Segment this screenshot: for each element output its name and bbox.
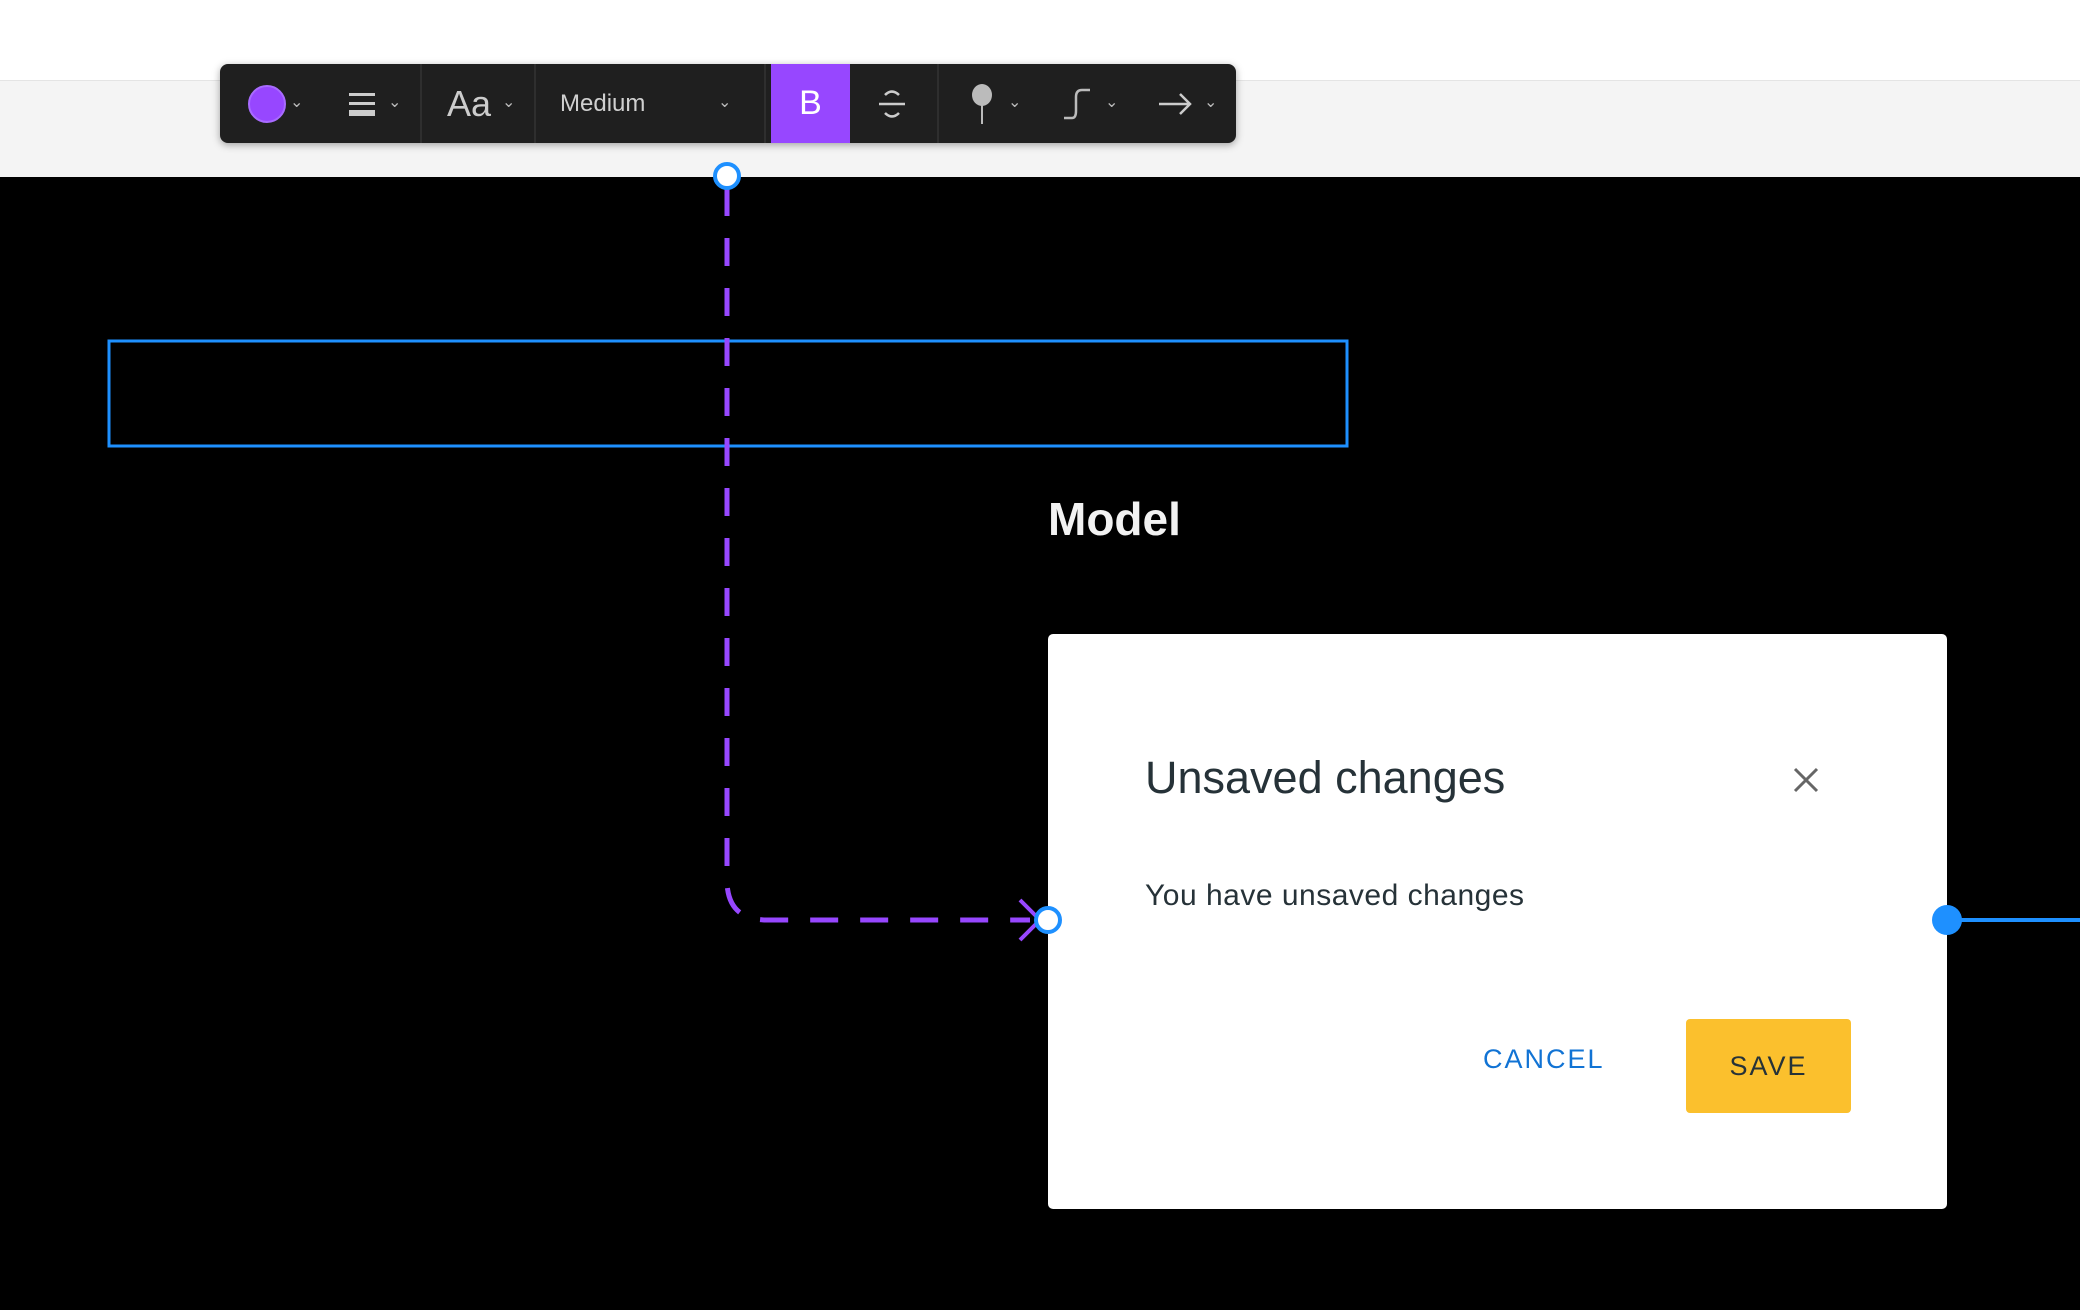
font-weight-value: Medium xyxy=(560,89,646,117)
arrow-right-icon xyxy=(1159,92,1192,115)
divider xyxy=(534,64,536,143)
connector-start-handle[interactable] xyxy=(713,162,741,190)
curve-connector-icon xyxy=(1064,88,1090,119)
cancel-button[interactable]: CANCEL xyxy=(1483,1044,1605,1075)
bold-button[interactable]: B xyxy=(771,64,850,143)
unsaved-changes-dialog: Unsaved changes You have unsaved changes… xyxy=(1048,634,1947,1209)
divider xyxy=(937,64,939,143)
arrow-button[interactable]: ⌄ xyxy=(1150,64,1226,143)
text-toolbar: ⌄ ⌄ Aa ⌄ Medium ⌄ B ⌄ ⌄ ⌄ xyxy=(220,64,1236,143)
font-size-button[interactable]: Aa ⌄ xyxy=(430,64,530,143)
chevron-down-icon: ⌄ xyxy=(502,94,516,111)
dashed-connector[interactable] xyxy=(724,188,1030,923)
chevron-down-icon: ⌄ xyxy=(290,94,304,111)
node-label[interactable]: Model xyxy=(1048,492,1181,546)
align-lines-icon xyxy=(349,92,375,116)
color-swatch-icon xyxy=(248,84,286,123)
chevron-down-icon: ⌄ xyxy=(1008,94,1022,111)
strikethrough-button[interactable] xyxy=(852,64,932,143)
chevron-down-icon: ⌄ xyxy=(1204,94,1218,111)
pin-icon xyxy=(972,83,992,124)
dialog-title: Unsaved changes xyxy=(1145,752,1506,803)
font-weight-dropdown[interactable]: Medium ⌄ xyxy=(538,64,760,143)
curve-button[interactable]: ⌄ xyxy=(1055,64,1125,143)
align-button[interactable]: ⌄ xyxy=(335,64,415,143)
color-picker-button[interactable]: ⌄ xyxy=(240,64,320,143)
chevron-down-icon: ⌄ xyxy=(388,94,402,111)
save-button[interactable]: SAVE xyxy=(1686,1019,1851,1113)
strikethrough-icon xyxy=(879,89,905,118)
close-icon[interactable] xyxy=(1782,756,1830,804)
bold-icon: B xyxy=(799,84,822,122)
divider xyxy=(764,64,766,143)
pin-button[interactable]: ⌄ xyxy=(960,64,1030,143)
chevron-down-icon: ⌄ xyxy=(1105,94,1119,111)
divider xyxy=(420,64,422,143)
font-size-label: Aa xyxy=(446,82,492,124)
dialog-message: You have unsaved changes xyxy=(1145,879,1525,912)
chevron-down-icon: ⌄ xyxy=(718,94,732,111)
